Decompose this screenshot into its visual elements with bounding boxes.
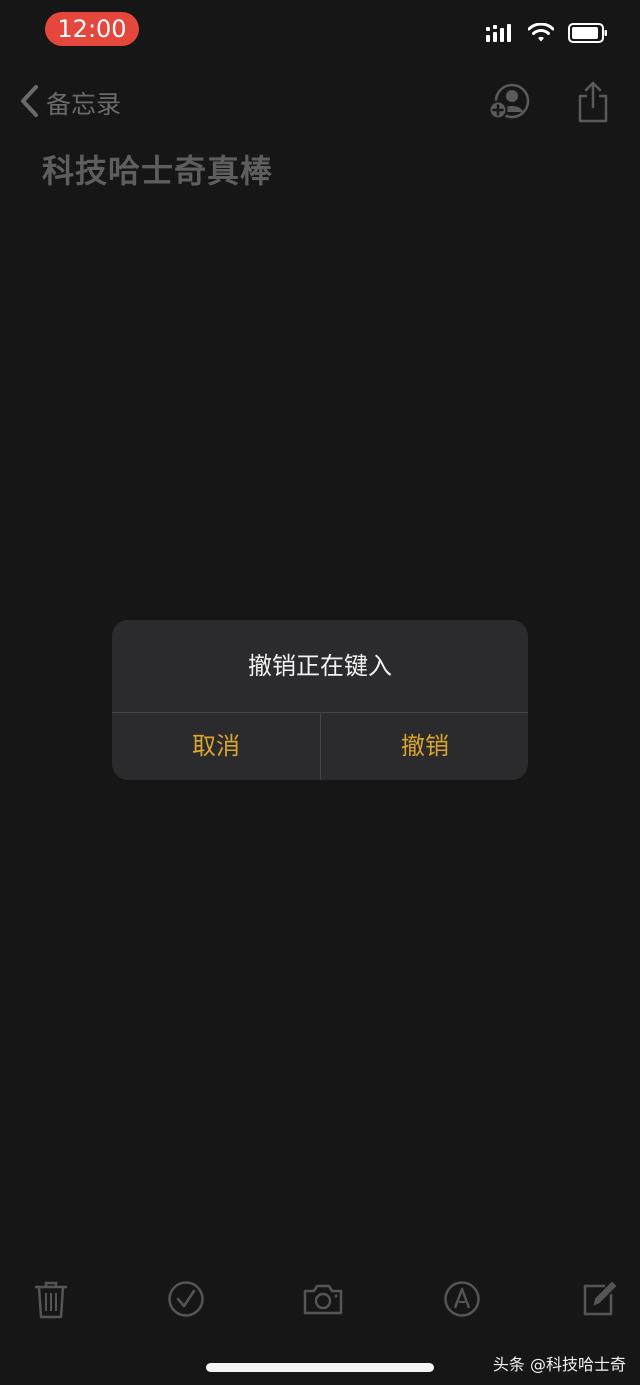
home-indicator[interactable]: [206, 1363, 434, 1372]
status-time: 12:00: [45, 12, 139, 46]
chevron-left-icon: [18, 83, 40, 123]
notes-screen: 12:00 备忘录 科技哈士奇真棒 撤销正在键入 取消 撤销 头条 @科技哈士奇: [0, 0, 640, 1385]
bottom-toolbar: [0, 1276, 640, 1322]
add-people-icon[interactable]: [488, 82, 532, 122]
undo-button[interactable]: 撤销: [321, 713, 528, 780]
battery-icon: [568, 23, 608, 47]
share-icon[interactable]: [576, 81, 610, 123]
checklist-icon[interactable]: [163, 1276, 209, 1322]
note-title[interactable]: 科技哈士奇真棒: [42, 146, 273, 192]
alert-title: 撤销正在键入: [248, 652, 392, 680]
undo-typing-alert: 撤销正在键入 取消 撤销: [112, 620, 528, 780]
trash-icon[interactable]: [28, 1276, 74, 1322]
camera-icon[interactable]: [300, 1276, 346, 1322]
markup-icon[interactable]: [439, 1276, 485, 1322]
cancel-button[interactable]: 取消: [112, 713, 320, 780]
compose-icon[interactable]: [575, 1276, 621, 1322]
cellular-signal-icon: [486, 24, 514, 46]
nav-actions: [488, 80, 610, 124]
watermark: 头条 @科技哈士奇: [492, 1355, 626, 1374]
back-button-label: 备忘录: [46, 90, 122, 119]
status-icons: [486, 22, 608, 48]
wifi-icon: [527, 22, 555, 47]
back-button[interactable]: 备忘录: [18, 84, 121, 122]
